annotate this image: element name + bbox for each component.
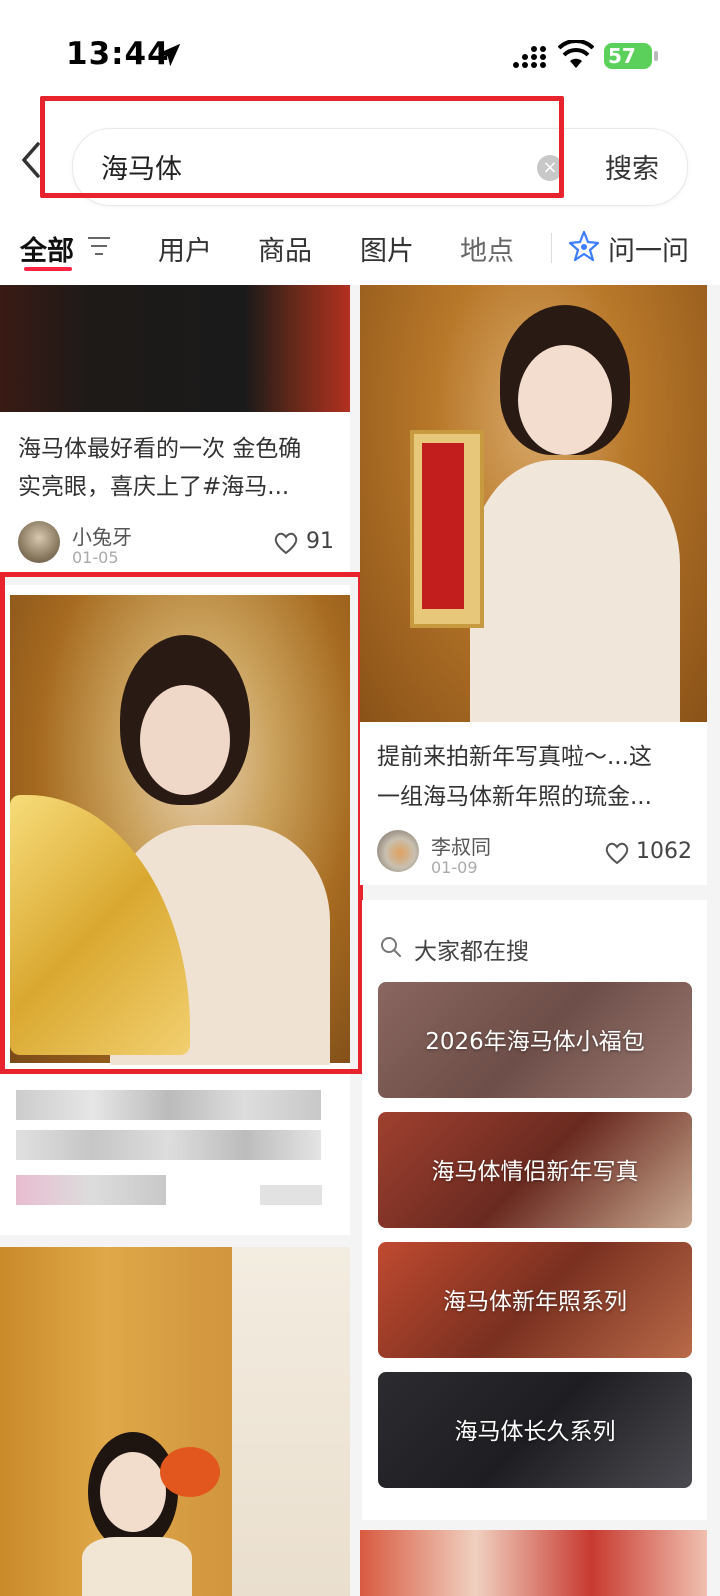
blurred-title	[16, 1090, 321, 1120]
like-count: 1062	[636, 839, 692, 864]
tab-products[interactable]: 商品	[258, 229, 312, 268]
back-icon[interactable]	[16, 140, 48, 180]
feed-card-left-3[interactable]	[0, 1247, 350, 1596]
card-image[interactable]	[10, 595, 350, 1065]
suggestion-label: 海马体情侣新年写真	[431, 1159, 639, 1185]
card-image[interactable]	[360, 1530, 707, 1596]
avatar[interactable]	[377, 830, 419, 872]
tab-divider	[551, 233, 552, 263]
sparkle-star-icon	[568, 230, 600, 262]
clear-icon[interactable]: ×	[537, 155, 563, 181]
feed-card-right-2[interactable]	[360, 1530, 707, 1596]
feed-card-right-1[interactable]: 提前来拍新年写真啦～...这 一组海马体新年照的琉金... 李叔同 01-09 …	[360, 285, 707, 885]
tab-users[interactable]: 用户	[158, 229, 212, 268]
suggestion-label: 2026年海马体小福包	[425, 1029, 645, 1055]
search-icon	[381, 937, 401, 957]
card-image[interactable]	[360, 285, 707, 722]
search-suggestions-card: 大家都在搜 2026年海马体小福包 海马体情侣新年写真 海马体新年照系列 海马体…	[362, 900, 707, 1520]
suggestions-title: 大家都在搜	[414, 939, 529, 965]
post-date: 01-05	[72, 548, 119, 567]
tab-all[interactable]: 全部	[20, 229, 74, 268]
tab-ask[interactable]: 问一问	[608, 229, 689, 268]
post-date: 01-09	[431, 858, 478, 877]
card-title-line2: 一组海马体新年照的琉金...	[377, 784, 652, 810]
heart-icon[interactable]	[273, 531, 299, 555]
search-header: 海马体 × 搜索	[0, 110, 720, 215]
suggestion-label: 海马体新年照系列	[443, 1289, 627, 1315]
blurred-likes	[260, 1185, 322, 1205]
feed-card-left-2[interactable]	[0, 585, 350, 1235]
card-image[interactable]	[0, 1247, 350, 1596]
search-button[interactable]: 搜索	[605, 147, 659, 186]
tab-places[interactable]: 地点	[460, 229, 514, 268]
card-title-line1: 提前来拍新年写真啦～...这	[377, 744, 652, 770]
suggestion-item[interactable]: 海马体情侣新年写真	[378, 1112, 692, 1228]
tab-active-indicator	[24, 267, 72, 271]
status-bar: 13:44 57	[0, 0, 720, 110]
suggestion-item[interactable]: 2026年海马体小福包	[378, 982, 692, 1098]
heart-icon[interactable]	[604, 841, 630, 865]
card-title-line2: 实亮眼，喜庆上了#海马...	[18, 474, 290, 500]
feed-card-left-1[interactable]: 海马体最好看的一次 金色确 实亮眼，喜庆上了#海马... 小兔牙 01-05 9…	[0, 285, 350, 575]
blurred-title	[16, 1130, 321, 1160]
battery-level: 57	[608, 44, 636, 68]
search-input[interactable]: 海马体	[101, 147, 182, 186]
blurred-author	[16, 1175, 166, 1205]
cellular-signal-icon	[513, 46, 546, 68]
suggestion-label: 海马体长久系列	[454, 1419, 616, 1445]
author-name[interactable]: 小兔牙	[72, 521, 132, 550]
suggestion-item[interactable]: 海马体长久系列	[378, 1372, 692, 1488]
avatar[interactable]	[18, 521, 60, 563]
battery-icon: 57	[604, 43, 660, 71]
tab-bar: 全部 用户 商品 图片 地点 问一问	[0, 215, 720, 285]
tab-images[interactable]: 图片	[360, 229, 414, 268]
like-count: 91	[306, 529, 334, 554]
card-image[interactable]	[0, 285, 350, 412]
filter-icon[interactable]	[86, 235, 112, 257]
location-arrow-icon	[157, 43, 181, 67]
author-name[interactable]: 李叔同	[431, 831, 491, 860]
suggestion-item[interactable]: 海马体新年照系列	[378, 1242, 692, 1358]
wifi-icon	[558, 40, 594, 68]
search-bar[interactable]: 海马体 × 搜索	[72, 128, 688, 206]
card-title-line1: 海马体最好看的一次 金色确	[18, 436, 302, 462]
